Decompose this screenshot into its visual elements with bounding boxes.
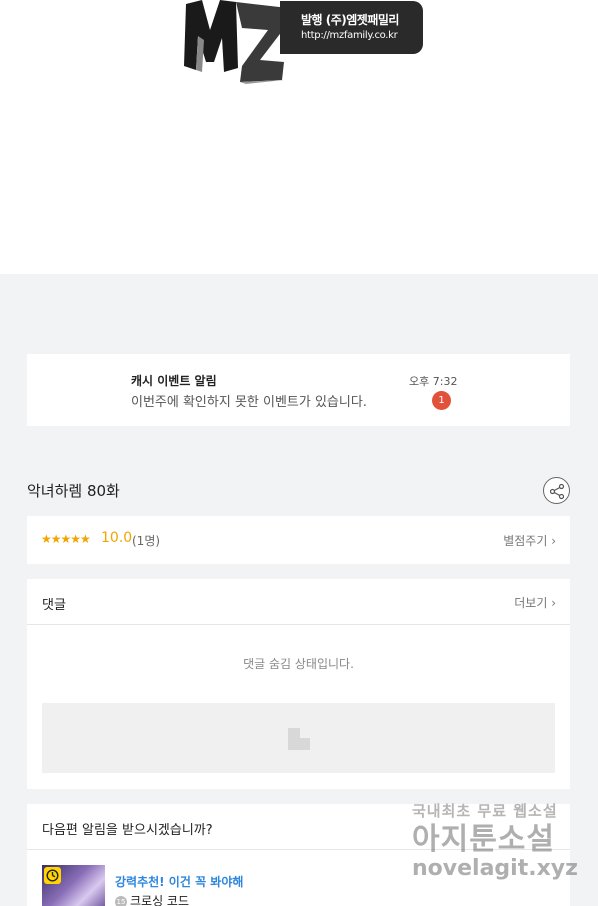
rating-card: ★★★★★ 10.0 (1명) 별점주기 › [27,516,570,564]
watermark-title: 아지툰소설 [412,822,555,857]
recommendation-promo[interactable]: 강력추천! 이건 꼭 봐야해 [115,873,243,890]
publisher-url: http://mzfamily.co.kr [301,30,398,41]
series-name: 크로싱 코드 [130,894,190,906]
site-watermark: 국내최초 무료 웹소설 아지툰소설 novelagit.xyz [412,798,598,894]
clock-icon [44,867,61,884]
notice-message: 이번주에 확인하지 못한 이벤트가 있습니다. [131,395,367,410]
comments-label: 댓글 [42,598,66,613]
recommended-thumbnail[interactable] [42,865,105,906]
notice-title: 캐시 이벤트 알림 [131,374,217,388]
mz-logo-mark [184,0,288,84]
publisher-banner: 발행 (주)엠젯패밀리 http://mzfamily.co.kr [280,1,423,54]
rating-stars: ★★★★★ [41,532,91,546]
share-icon [549,483,565,500]
cash-event-notice[interactable]: 캐시 이벤트 알림 이번주에 확인하지 못한 이벤트가 있습니다. 오후 7:3… [27,354,570,426]
notice-time: 오후 7:32 [409,375,458,388]
age-rating-badge: 15 [115,896,127,906]
comments-header: 댓글 더보기 › [27,579,570,625]
ad-placeholder[interactable] [42,703,555,773]
recommended-series[interactable]: 15 크로싱 코드 [115,892,189,906]
rating-score: 10.0 [101,530,133,546]
episode-title: 악녀하렘 80화 [27,482,120,500]
comments-more-link[interactable]: 더보기 › [514,594,556,611]
rate-button[interactable]: 별점주기 › [503,532,556,549]
share-button[interactable] [543,477,570,504]
rating-count: (1명) [132,534,161,548]
image-placeholder-icon [288,728,310,750]
publisher-logo: 발행 (주)엠젯패밀리 http://mzfamily.co.kr [180,0,425,84]
watermark-url: novelagit.xyz [412,856,578,881]
comments-card: 댓글 더보기 › 댓글 숨김 상태입니다. [27,579,570,789]
publisher-name: 발행 (주)엠젯패밀리 [301,13,399,27]
next-episode-question: 다음편 알림을 받으시겠습니까? [42,823,213,838]
comments-hidden-message: 댓글 숨김 상태입니다. [243,657,354,671]
notice-badge: 1 [432,391,451,410]
